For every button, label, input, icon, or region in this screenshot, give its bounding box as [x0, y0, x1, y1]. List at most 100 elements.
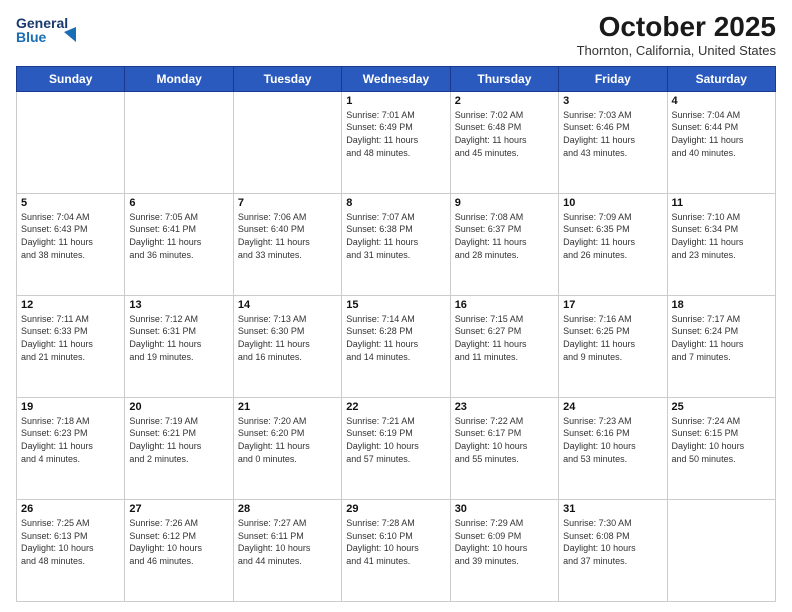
day-number: 5	[21, 197, 120, 209]
table-row: 24 Sunrise: 7:23 AMSunset: 6:16 PMDayligh…	[559, 397, 667, 499]
day-number: 25	[672, 401, 771, 413]
day-number: 6	[129, 197, 228, 209]
day-info: Sunrise: 7:20 AMSunset: 6:20 PMDaylight:…	[238, 415, 337, 465]
day-number: 22	[346, 401, 445, 413]
day-number: 12	[21, 299, 120, 311]
day-info: Sunrise: 7:27 AMSunset: 6:11 PMDaylight:…	[238, 517, 337, 567]
table-row: 19 Sunrise: 7:18 AMSunset: 6:23 PMDayligh…	[17, 397, 125, 499]
day-number: 4	[672, 95, 771, 107]
day-number: 7	[238, 197, 337, 209]
title-block: October 2025 Thornton, California, Unite…	[577, 12, 776, 58]
day-info: Sunrise: 7:17 AMSunset: 6:24 PMDaylight:…	[672, 313, 771, 363]
calendar-week-row: 5Sunrise: 7:04 AMSunset: 6:43 PMDaylight…	[17, 193, 776, 295]
col-friday: Friday	[559, 66, 667, 91]
table-row: 29 Sunrise: 7:28 AMSunset: 6:10 PMDayligh…	[342, 499, 450, 601]
logo-svg: General Blue	[16, 12, 76, 50]
calendar-week-row: 12 Sunrise: 7:11 AMSunset: 6:33 PMDayligh…	[17, 295, 776, 397]
day-number: 28	[238, 503, 337, 515]
table-row: 30 Sunrise: 7:29 AMSunset: 6:09 PMDayligh…	[450, 499, 558, 601]
day-number: 1	[346, 95, 445, 107]
day-info: Sunrise: 7:13 AMSunset: 6:30 PMDaylight:…	[238, 313, 337, 363]
day-info: Sunrise: 7:09 AMSunset: 6:35 PMDaylight:…	[563, 211, 662, 261]
table-row: 13 Sunrise: 7:12 AMSunset: 6:31 PMDayligh…	[125, 295, 233, 397]
header: General Blue October 2025 Thornton, Cali…	[16, 12, 776, 58]
day-number: 15	[346, 299, 445, 311]
table-row: 7Sunrise: 7:06 AMSunset: 6:40 PMDaylight…	[233, 193, 341, 295]
table-row: 28 Sunrise: 7:27 AMSunset: 6:11 PMDayligh…	[233, 499, 341, 601]
table-row: 21Sunrise: 7:20 AMSunset: 6:20 PMDayligh…	[233, 397, 341, 499]
table-row: 15 Sunrise: 7:14 AMSunset: 6:28 PMDayligh…	[342, 295, 450, 397]
day-info: Sunrise: 7:11 AMSunset: 6:33 PMDaylight:…	[21, 313, 120, 363]
day-number: 30	[455, 503, 554, 515]
calendar-week-row: 19 Sunrise: 7:18 AMSunset: 6:23 PMDayligh…	[17, 397, 776, 499]
table-row: 9Sunrise: 7:08 AMSunset: 6:37 PMDaylight…	[450, 193, 558, 295]
table-row: 3 Sunrise: 7:03 AMSunset: 6:46 PMDaylight…	[559, 91, 667, 193]
table-row: 2Sunrise: 7:02 AMSunset: 6:48 PMDaylight…	[450, 91, 558, 193]
table-row: 31 Sunrise: 7:30 AMSunset: 6:08 PMDayligh…	[559, 499, 667, 601]
day-number: 13	[129, 299, 228, 311]
table-row: 20Sunrise: 7:19 AMSunset: 6:21 PMDayligh…	[125, 397, 233, 499]
table-row: 27 Sunrise: 7:26 AMSunset: 6:12 PMDayligh…	[125, 499, 233, 601]
day-info: Sunrise: 7:23 AMSunset: 6:16 PMDaylight:…	[563, 415, 662, 465]
day-number: 11	[672, 197, 771, 209]
table-row	[17, 91, 125, 193]
table-row: 23 Sunrise: 7:22 AMSunset: 6:17 PMDayligh…	[450, 397, 558, 499]
day-number: 3	[563, 95, 662, 107]
day-number: 19	[21, 401, 120, 413]
day-number: 26	[21, 503, 120, 515]
day-info: Sunrise: 7:04 AMSunset: 6:44 PMDaylight:…	[672, 109, 771, 159]
day-info: Sunrise: 7:28 AMSunset: 6:10 PMDaylight:…	[346, 517, 445, 567]
col-saturday: Saturday	[667, 66, 775, 91]
table-row	[125, 91, 233, 193]
day-info: Sunrise: 7:21 AMSunset: 6:19 PMDaylight:…	[346, 415, 445, 465]
day-number: 23	[455, 401, 554, 413]
col-sunday: Sunday	[17, 66, 125, 91]
day-number: 18	[672, 299, 771, 311]
calendar-week-row: 26 Sunrise: 7:25 AMSunset: 6:13 PMDayligh…	[17, 499, 776, 601]
day-number: 9	[455, 197, 554, 209]
day-info: Sunrise: 7:02 AMSunset: 6:48 PMDaylight:…	[455, 109, 554, 159]
day-info: Sunrise: 7:14 AMSunset: 6:28 PMDaylight:…	[346, 313, 445, 363]
col-monday: Monday	[125, 66, 233, 91]
day-number: 17	[563, 299, 662, 311]
day-info: Sunrise: 7:22 AMSunset: 6:17 PMDaylight:…	[455, 415, 554, 465]
month-title: October 2025	[577, 12, 776, 43]
day-info: Sunrise: 7:19 AMSunset: 6:21 PMDaylight:…	[129, 415, 228, 465]
day-info: Sunrise: 7:24 AMSunset: 6:15 PMDaylight:…	[672, 415, 771, 465]
table-row: 12 Sunrise: 7:11 AMSunset: 6:33 PMDayligh…	[17, 295, 125, 397]
table-row: 22 Sunrise: 7:21 AMSunset: 6:19 PMDayligh…	[342, 397, 450, 499]
table-row: 17 Sunrise: 7:16 AMSunset: 6:25 PMDayligh…	[559, 295, 667, 397]
day-info: Sunrise: 7:26 AMSunset: 6:12 PMDaylight:…	[129, 517, 228, 567]
day-info: Sunrise: 7:03 AMSunset: 6:46 PMDaylight:…	[563, 109, 662, 159]
day-number: 16	[455, 299, 554, 311]
table-row: 16 Sunrise: 7:15 AMSunset: 6:27 PMDayligh…	[450, 295, 558, 397]
table-row	[233, 91, 341, 193]
page: General Blue October 2025 Thornton, Cali…	[0, 0, 792, 612]
day-info: Sunrise: 7:25 AMSunset: 6:13 PMDaylight:…	[21, 517, 120, 567]
calendar-week-row: 1Sunrise: 7:01 AMSunset: 6:49 PMDaylight…	[17, 91, 776, 193]
table-row	[667, 499, 775, 601]
table-row: 26 Sunrise: 7:25 AMSunset: 6:13 PMDayligh…	[17, 499, 125, 601]
day-info: Sunrise: 7:10 AMSunset: 6:34 PMDaylight:…	[672, 211, 771, 261]
day-info: Sunrise: 7:16 AMSunset: 6:25 PMDaylight:…	[563, 313, 662, 363]
location: Thornton, California, United States	[577, 43, 776, 58]
day-number: 24	[563, 401, 662, 413]
day-number: 10	[563, 197, 662, 209]
day-number: 29	[346, 503, 445, 515]
col-tuesday: Tuesday	[233, 66, 341, 91]
logo: General Blue	[16, 12, 76, 55]
table-row: 18 Sunrise: 7:17 AMSunset: 6:24 PMDayligh…	[667, 295, 775, 397]
calendar-table: Sunday Monday Tuesday Wednesday Thursday…	[16, 66, 776, 602]
day-info: Sunrise: 7:07 AMSunset: 6:38 PMDaylight:…	[346, 211, 445, 261]
day-info: Sunrise: 7:30 AMSunset: 6:08 PMDaylight:…	[563, 517, 662, 567]
day-info: Sunrise: 7:12 AMSunset: 6:31 PMDaylight:…	[129, 313, 228, 363]
col-thursday: Thursday	[450, 66, 558, 91]
col-wednesday: Wednesday	[342, 66, 450, 91]
table-row: 5Sunrise: 7:04 AMSunset: 6:43 PMDaylight…	[17, 193, 125, 295]
day-number: 31	[563, 503, 662, 515]
day-info: Sunrise: 7:15 AMSunset: 6:27 PMDaylight:…	[455, 313, 554, 363]
day-number: 27	[129, 503, 228, 515]
day-info: Sunrise: 7:29 AMSunset: 6:09 PMDaylight:…	[455, 517, 554, 567]
day-info: Sunrise: 7:18 AMSunset: 6:23 PMDaylight:…	[21, 415, 120, 465]
day-info: Sunrise: 7:05 AMSunset: 6:41 PMDaylight:…	[129, 211, 228, 261]
